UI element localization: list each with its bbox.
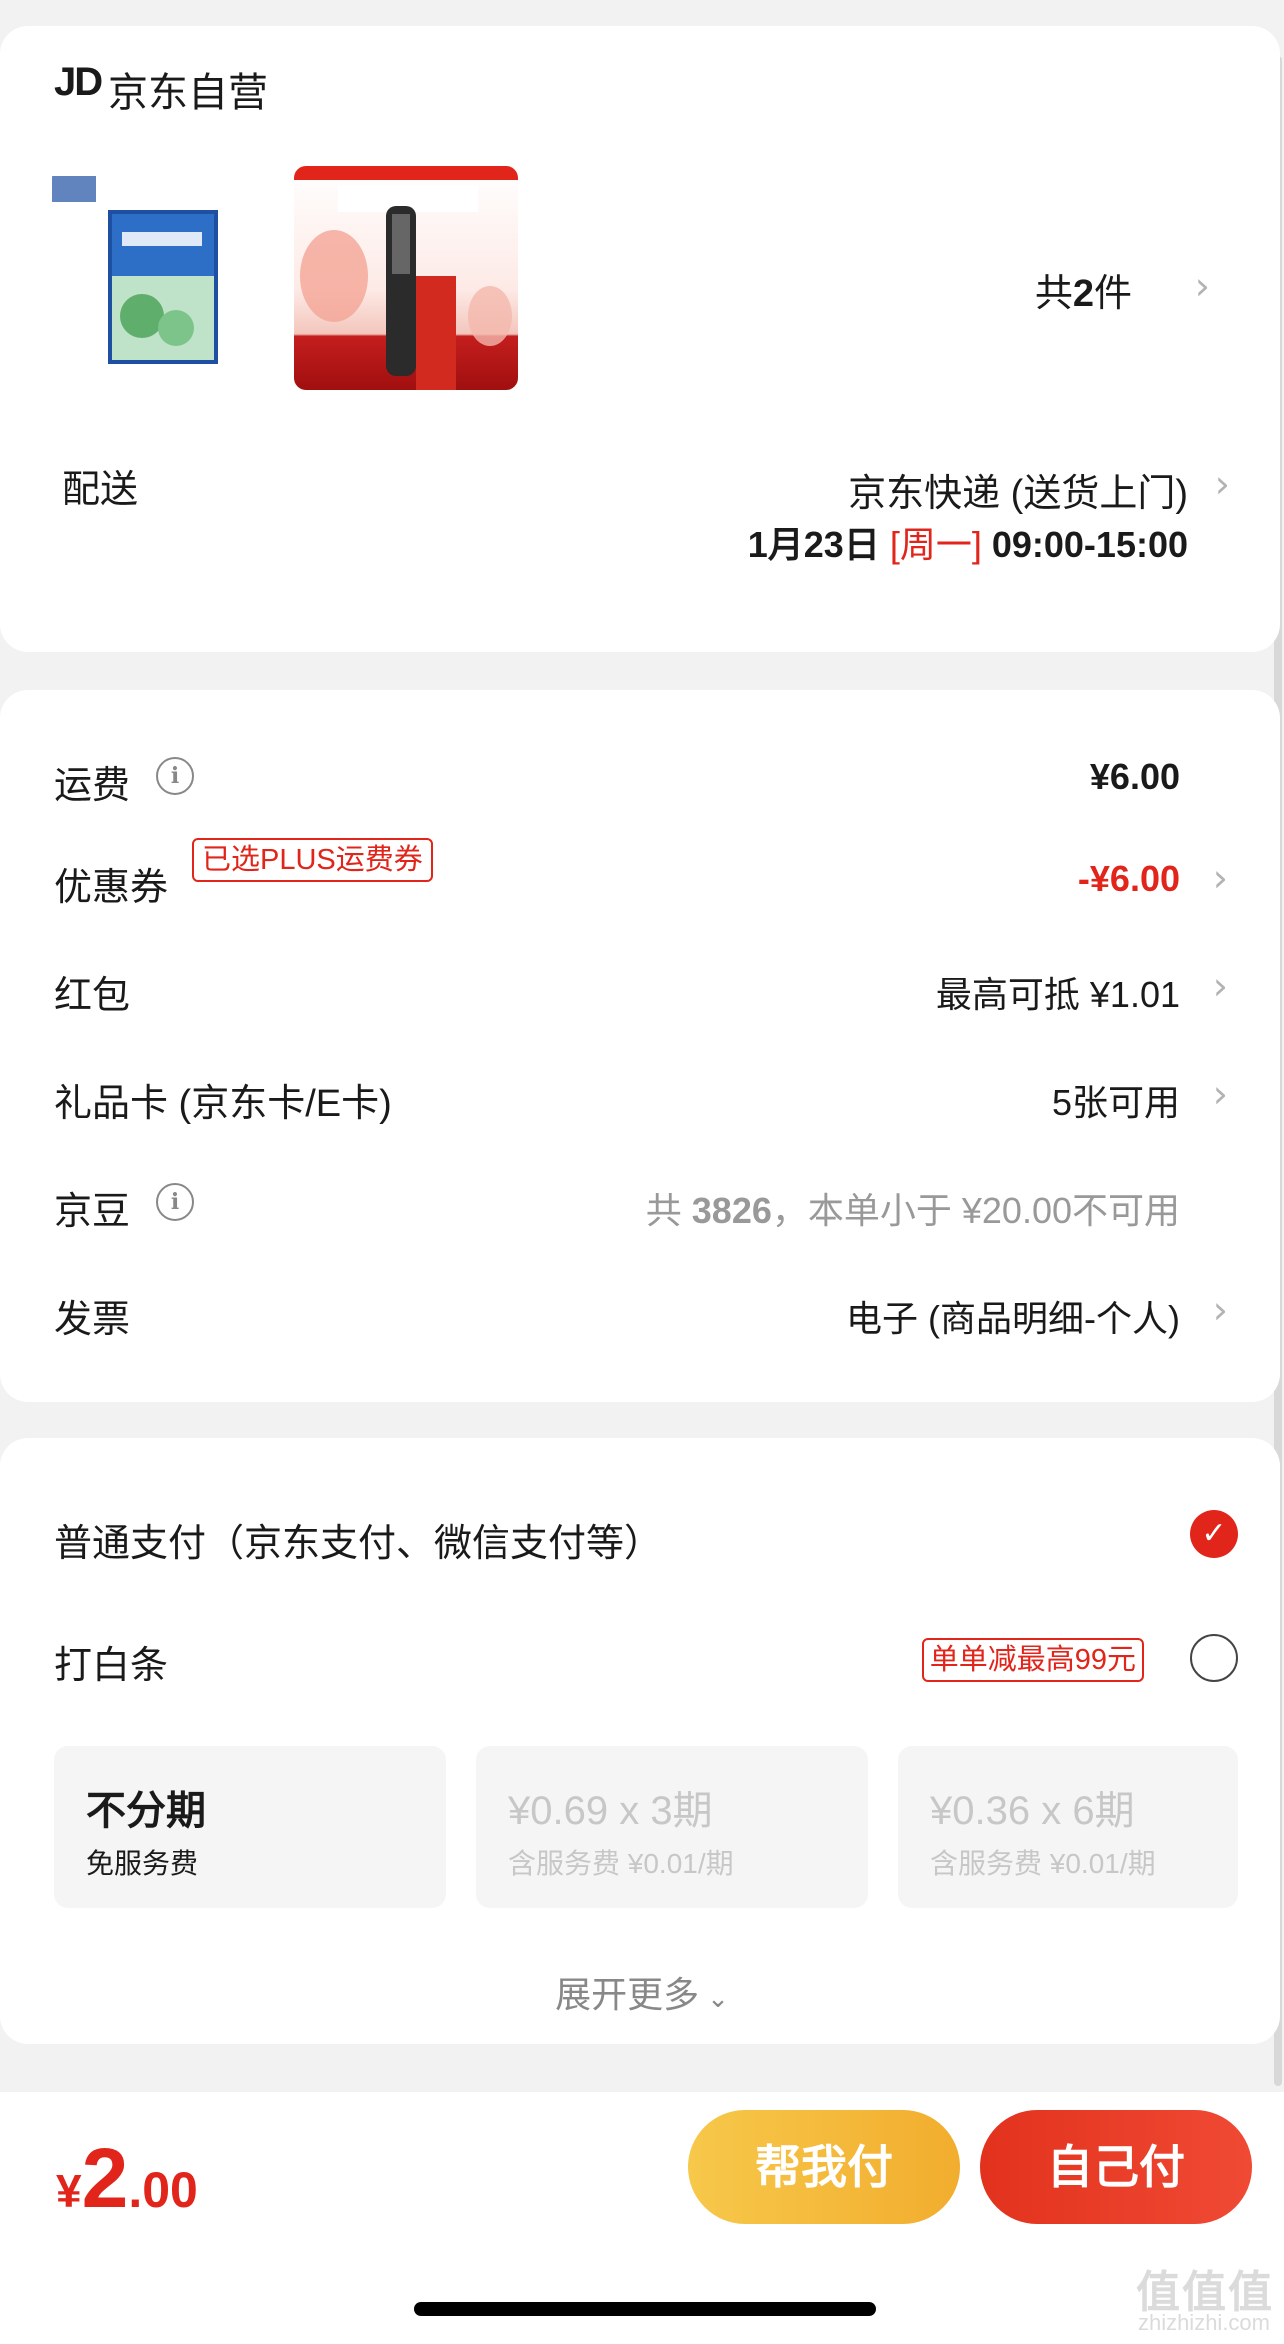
plan-main: 不分期 (86, 1789, 206, 1833)
delivery-time[interactable]: 1月23日 [周一] 09:00-15:00 (748, 516, 1188, 568)
chevron-right-icon[interactable]: › (1213, 1072, 1228, 1116)
plan-sub: 含服务费 ¥0.01/期 (508, 1848, 734, 1879)
info-icon[interactable]: i (156, 757, 194, 795)
redpacket-label: 红包 (54, 975, 131, 1017)
baitiao-promo-tag: 单单减最高99元 (921, 1638, 1144, 1682)
item-count[interactable]: 共2件 (1035, 262, 1132, 317)
coupon-label: 优惠券 (54, 867, 169, 909)
chevron-right-icon[interactable]: › (1213, 1288, 1228, 1332)
invoice-label: 发票 (54, 1299, 131, 1341)
home-indicator (414, 2302, 876, 2316)
expand-more-button[interactable]: 展开更多 ⌄ (0, 1966, 1284, 2018)
shipping-fee-value: ¥6.00 (1089, 756, 1180, 797)
watermark-url: zhizhizhi.com (1137, 2310, 1270, 2335)
store-name: 京东自营 (108, 71, 268, 115)
check-icon[interactable]: ✓ (1190, 1510, 1238, 1558)
chevron-down-icon: ⌄ (707, 1984, 729, 2014)
plan-3-installments[interactable]: ¥0.69 x 3期 含服务费 ¥0.01/期 (476, 1746, 868, 1908)
plan-main: ¥0.36 x 6期 (930, 1789, 1135, 1833)
total-price: ¥2.00 (56, 2131, 198, 2225)
coupon-tag: 已选PLUS运费券 (192, 838, 433, 882)
plan-sub: 含服务费 ¥0.01/期 (930, 1848, 1156, 1879)
giftcard-value[interactable]: 5张可用 (1052, 1074, 1180, 1126)
product-thumbnail-toothbrush[interactable] (294, 166, 518, 390)
delivery-method[interactable]: 京东快递 (送货上门) (848, 462, 1188, 517)
jd-logo: JD (54, 60, 103, 104)
invoice-value[interactable]: 电子 (商品明细-个人) (846, 1290, 1180, 1342)
help-pay-button[interactable]: 帮我付 (688, 2110, 960, 2224)
chevron-right-icon[interactable]: › (1213, 964, 1228, 1008)
normal-payment-option[interactable]: 普通支付（京东支付、微信支付等） (54, 1512, 662, 1567)
plan-6-installments[interactable]: ¥0.36 x 6期 含服务费 ¥0.01/期 (898, 1746, 1238, 1908)
delivery-label: 配送 (62, 469, 139, 511)
giftcard-label: 礼品卡 (京东卡/E卡) (54, 1083, 392, 1125)
beans-label: 京豆 (54, 1191, 131, 1233)
coupon-value[interactable]: -¥6.00 (1078, 858, 1180, 900)
shipping-fee-label: 运费 (54, 765, 131, 807)
info-icon[interactable]: i (156, 1183, 194, 1221)
redpacket-value[interactable]: 最高可抵 ¥1.01 (936, 966, 1180, 1018)
chevron-right-icon[interactable]: › (1195, 264, 1210, 308)
beans-value: 共 3826，本单小于 ¥20.00不可用 (645, 1190, 1180, 1231)
product-thumbnail-shampoo[interactable] (52, 166, 276, 390)
shampoo-image (52, 176, 218, 364)
plan-sub: 免服务费 (86, 1848, 199, 1879)
plan-no-installment[interactable]: 不分期 免服务费 (54, 1746, 446, 1908)
plan-main: ¥0.69 x 3期 (508, 1789, 713, 1833)
baitiao-radio[interactable] (1190, 1634, 1238, 1682)
chevron-right-icon[interactable]: › (1215, 462, 1230, 506)
chevron-right-icon[interactable]: › (1213, 856, 1228, 900)
toothbrush-image (294, 166, 518, 390)
self-pay-button[interactable]: 自己付 (980, 2110, 1252, 2224)
baitiao-payment-option[interactable]: 打白条 (54, 1634, 168, 1689)
